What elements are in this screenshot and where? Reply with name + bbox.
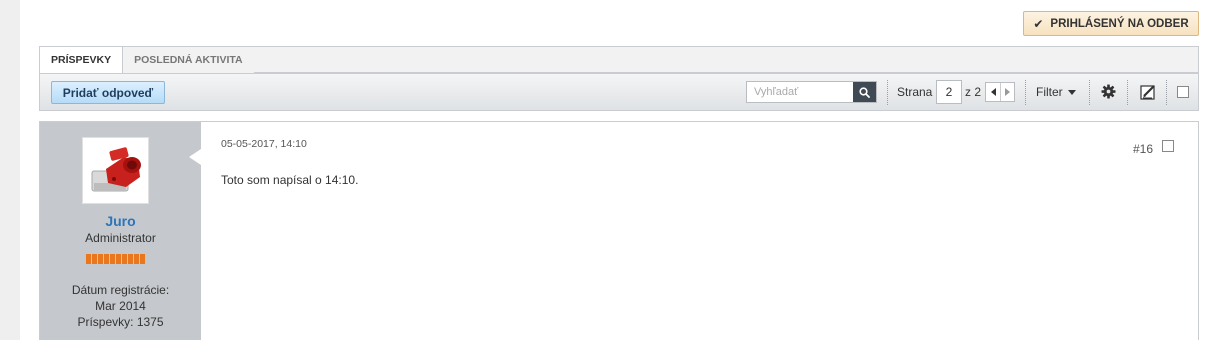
filter-label: Filter [1036, 85, 1063, 99]
toolbar: Pridať odpoveď Strana z 2 Filter [40, 73, 1198, 110]
reputation-segment [86, 254, 91, 264]
toolbar-separator [1089, 80, 1090, 105]
post-count-label: Príspevky: [77, 315, 134, 329]
speech-pointer [189, 149, 201, 165]
pager-arrows [985, 82, 1015, 102]
arrow-right-icon [1005, 88, 1010, 96]
tab-bar: PRÍSPEVKY POSLEDNÁ AKTIVITA [40, 47, 254, 73]
check-icon: ✔ [1033, 16, 1044, 31]
arrow-left-icon [990, 88, 996, 96]
tab-latest-activity[interactable]: POSLEDNÁ AKTIVITA [123, 47, 254, 73]
post: Juro Administrator Dátum registrácie: Ma… [39, 121, 1199, 340]
post-count-value: 1375 [136, 315, 164, 329]
page-total-label: z 2 [965, 85, 982, 99]
reputation-segment [140, 254, 145, 264]
tab-latest-activity-label: POSLEDNÁ AKTIVITA [134, 54, 243, 66]
edit-icon [1140, 85, 1155, 100]
tab-posts-label: PRÍSPEVKY [51, 54, 112, 66]
reputation-segment [116, 254, 121, 264]
reputation-segment [98, 254, 103, 264]
page-label: Strana [897, 85, 933, 99]
tab-posts[interactable]: PRÍSPEVKY [40, 47, 124, 73]
toolbar-separator [1127, 80, 1128, 105]
user-title: Administrator [85, 231, 156, 245]
post-content: Toto som napísal o 14:10. [221, 173, 359, 187]
next-page-button[interactable] [1000, 83, 1014, 101]
post-author-info: Juro Administrator Dátum registrácie: Ma… [40, 122, 201, 340]
toolbar-separator [1166, 80, 1167, 105]
join-date-label: Dátum registrácie: [71, 283, 170, 297]
reputation-segment [104, 254, 109, 264]
reply-button-label: Pridať odpoveď [62, 85, 154, 100]
post-number-link[interactable]: #16 [1133, 142, 1153, 156]
post-count: Príspevky: 1375 [40, 315, 201, 329]
checkbox-icon [1162, 140, 1174, 152]
settings-button[interactable] [1101, 84, 1116, 99]
page-gutter [0, 0, 20, 340]
select-all-checkbox[interactable] [1177, 86, 1189, 98]
avatar[interactable] [82, 137, 149, 204]
post-date: 05-05-2017, 14:10 [221, 138, 307, 150]
edit-mode-button[interactable] [1140, 84, 1157, 100]
reputation-segment [134, 254, 139, 264]
post-select-checkbox[interactable] [1162, 140, 1174, 152]
subscribe-button[interactable]: ✔ PRIHLÁSENÝ NA ODBER [1023, 11, 1199, 36]
subscribe-label: PRIHLÁSENÝ NA ODBER [1050, 17, 1189, 30]
prev-page-button[interactable] [986, 83, 1000, 101]
filter-dropdown[interactable]: Filter [1036, 85, 1076, 99]
reputation-segment [92, 254, 97, 264]
toolbar-separator [1025, 80, 1026, 105]
toolbar-separator [887, 80, 888, 105]
join-date-value: Mar 2014 [95, 299, 146, 313]
gear-icon [1101, 84, 1116, 99]
reputation-bar [86, 254, 145, 264]
search-button[interactable] [853, 82, 876, 102]
username[interactable]: Juro [40, 213, 201, 229]
page-number-input[interactable] [936, 80, 962, 104]
tab-strip [160, 47, 1198, 73]
reply-button[interactable]: Pridať odpoveď [51, 81, 165, 104]
reputation-segment [110, 254, 115, 264]
power-socket-icon [91, 146, 141, 191]
reputation-segment [128, 254, 133, 264]
thread-toolbar-panel: PRÍSPEVKY POSLEDNÁ AKTIVITA Pridať odpov… [39, 46, 1199, 111]
search-input[interactable] [747, 82, 853, 102]
checkbox-icon [1177, 86, 1189, 98]
reputation-segment [122, 254, 127, 264]
search-icon [859, 86, 870, 98]
caret-down-icon [1067, 89, 1076, 95]
search-box [746, 81, 877, 103]
